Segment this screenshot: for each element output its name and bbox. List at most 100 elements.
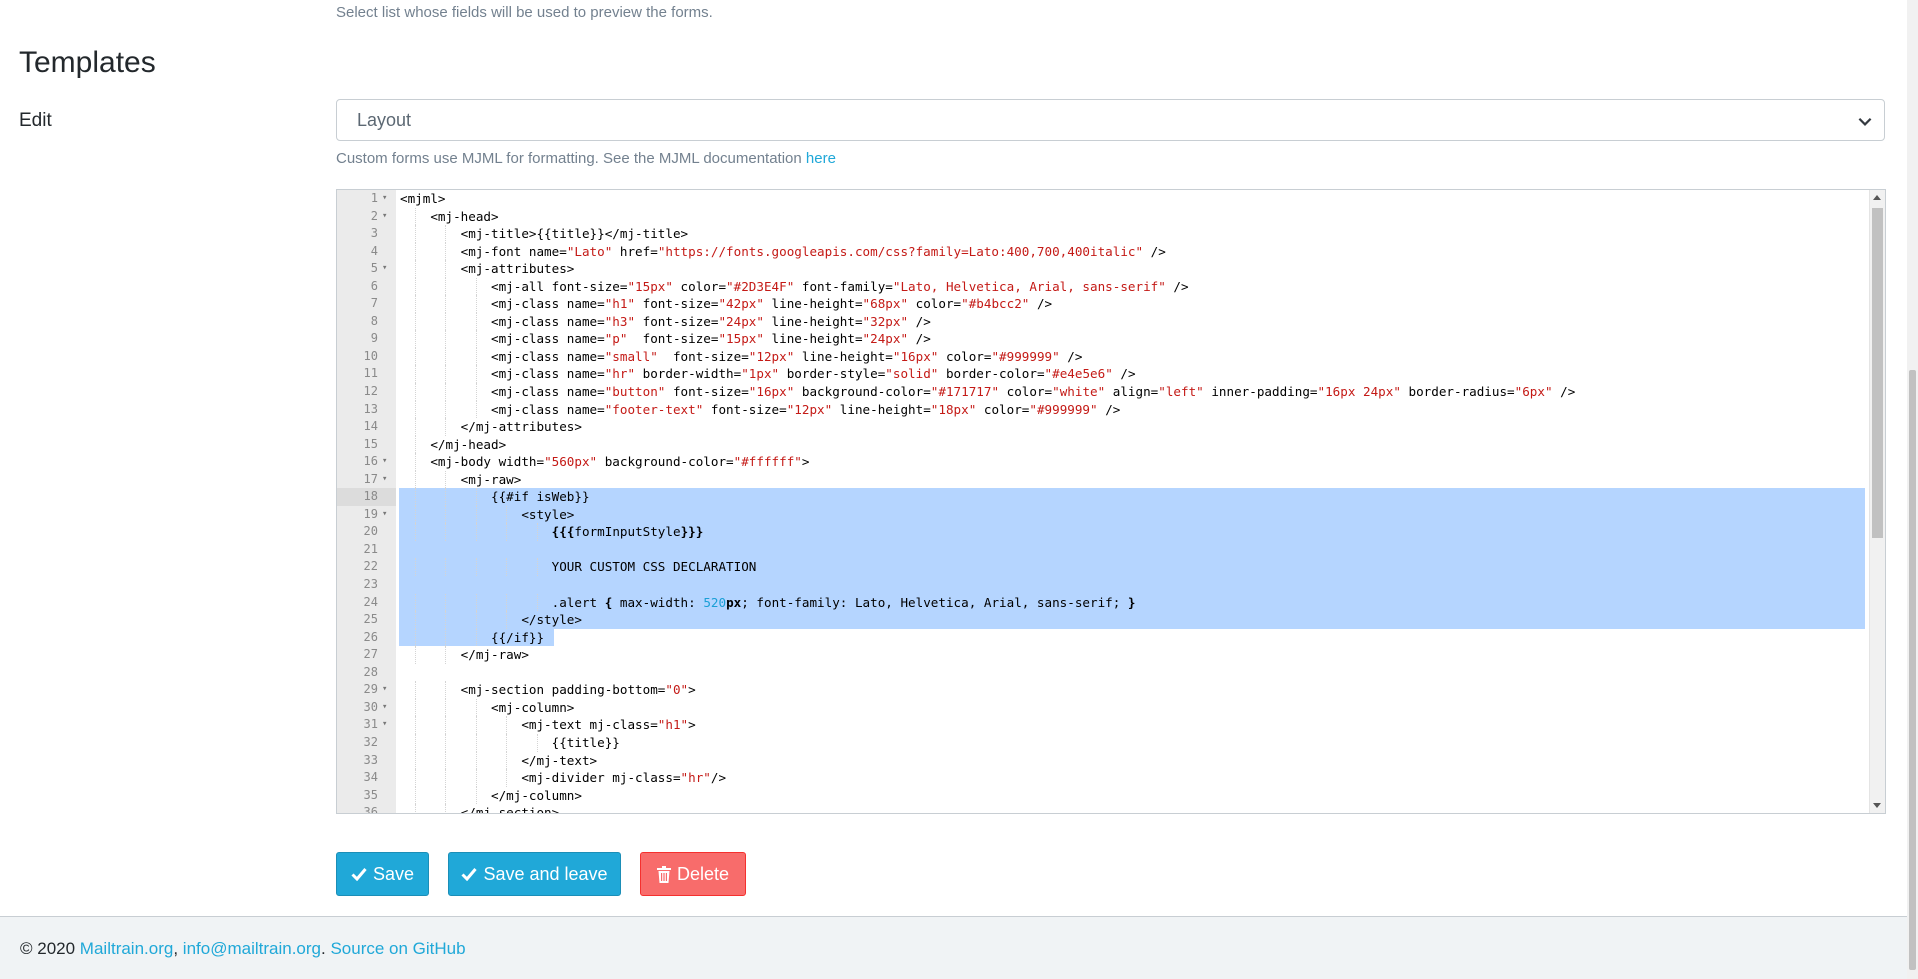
code-line[interactable]: 15 </mj-head> (337, 435, 1869, 454)
code-line[interactable]: 29 ▾ <mj-section padding-bottom="0"> (337, 681, 1869, 699)
code-line[interactable]: 14 </mj-attributes> (337, 418, 1869, 436)
line-number: 13 (363, 401, 378, 416)
footer-copyright: © 2020 (20, 939, 80, 958)
code-text: <mj-class name="h1" font-size="42px" lin… (400, 296, 1053, 312)
code-line[interactable]: 23 (337, 576, 1869, 594)
code-text: {{{formInputStyle}}} (551, 524, 704, 540)
code-line[interactable]: 1 ▾ <mjml> (337, 190, 1869, 208)
code-line[interactable]: 17 ▾ <mj-raw> (337, 470, 1869, 489)
mjml-help-text: Custom forms use MJML for formatting. Se… (336, 150, 836, 167)
code-text: <mj-class name="p" font-size="15px" line… (400, 331, 931, 347)
code-line[interactable]: 7 <mj-class name="h1" font-size="42px" l… (337, 295, 1869, 313)
code-text: <style> (400, 506, 575, 522)
code-line[interactable]: 11 <mj-class name="hr" border-width="1px… (337, 365, 1869, 384)
code-line[interactable]: 5 ▾ <mj-attributes> (337, 260, 1869, 278)
footer-site-link[interactable]: Mailtrain.org (80, 939, 174, 958)
line-number: 32 (363, 734, 378, 749)
code-line[interactable]: 36 </mj-section> (337, 804, 1869, 814)
code-line[interactable]: 28 (337, 664, 1869, 682)
code-line[interactable]: 21 (337, 540, 1869, 559)
footer-email-link[interactable]: info@mailtrain.org (183, 939, 321, 958)
template-select[interactable]: Layout (336, 99, 1885, 141)
code-text: <mj-column> (400, 699, 575, 715)
code-line[interactable]: 26 {{/if}} (337, 628, 1869, 647)
line-number: 6 (370, 278, 378, 293)
delete-button[interactable]: Delete (640, 852, 746, 896)
code-line[interactable]: 16 ▾ <mj-body width="560px" background-co… (337, 453, 1869, 471)
code-text: <mj-class name="footer-text" font-size="… (400, 401, 1121, 417)
line-number: 16 (363, 454, 378, 469)
fold-arrow-icon[interactable]: ▾ (382, 681, 387, 699)
code-line[interactable]: 32 {{title}} (337, 733, 1869, 752)
code-line[interactable]: 19 ▾ <style> (337, 505, 1869, 524)
code-text: </mj-attributes> (400, 419, 582, 435)
editor-scrollbar[interactable] (1869, 190, 1885, 813)
save-and-leave-button[interactable]: Save and leave (448, 852, 621, 896)
code-line[interactable]: 3 <mj-title>{{title}}</mj-title> (337, 225, 1869, 243)
code-line[interactable]: 13 <mj-class name="footer-text" font-siz… (337, 400, 1869, 419)
code-line[interactable]: 30 ▾ <mj-column> (337, 698, 1869, 717)
code-line[interactable]: 2 ▾ <mj-head> (337, 207, 1869, 226)
code-line[interactable]: 22 YOUR CUSTOM CSS DECLARATION (337, 558, 1869, 577)
code-text: YOUR CUSTOM CSS DECLARATION (400, 559, 757, 575)
footer-sep: , (173, 939, 183, 958)
fold-arrow-icon[interactable]: ▾ (382, 453, 387, 471)
code-line[interactable]: 18 {{#if isWeb}} (337, 488, 1869, 506)
code-line[interactable]: 31 ▾ <mj-text mj-class="h1"> (337, 716, 1869, 734)
check-icon (461, 868, 478, 881)
editor-lines: 1 ▾ <mjml> 2 ▾ <mj-head> 3 <mj-title>{{title}… (337, 190, 1869, 814)
code-line[interactable]: 4 <mj-font name="Lato" href="https://fon… (337, 242, 1869, 261)
code-line[interactable]: 12 <mj-class name="button" font-size="16… (337, 383, 1869, 401)
fold-arrow-icon[interactable]: ▾ (382, 471, 387, 489)
code-text: .alert { max-width: 520px; font-family: … (400, 594, 1136, 610)
fold-arrow-icon[interactable]: ▾ (382, 190, 387, 208)
code-text: <mj-class name="h3" font-size="24px" lin… (400, 313, 931, 329)
code-line[interactable]: 8 <mj-class name="h3" font-size="24px" l… (337, 312, 1869, 331)
code-line[interactable]: 27 </mj-raw> (337, 646, 1869, 664)
mjml-docs-link[interactable]: here (806, 150, 836, 167)
code-text: <mj-section padding-bottom="0"> (400, 682, 696, 698)
code-line[interactable]: 10 <mj-class name="small" font-size="12p… (337, 347, 1869, 366)
save-button-label: Save (372, 863, 415, 884)
line-number: 9 (370, 331, 378, 346)
line-number: 14 (363, 419, 378, 434)
code-text: <mj-class name="hr" border-width="1px" b… (400, 366, 1136, 382)
code-text: </mj-raw> (400, 647, 529, 663)
code-line[interactable]: 6 <mj-all font-size="15px" color="#2D3E4… (337, 277, 1869, 296)
footer-github-link[interactable]: Source on GitHub (330, 939, 465, 958)
trash-icon (656, 865, 671, 883)
fold-arrow-icon[interactable]: ▾ (382, 699, 387, 717)
line-number: 26 (363, 629, 378, 644)
fold-arrow-icon[interactable]: ▾ (382, 260, 387, 278)
code-line[interactable]: 9 <mj-class name="p" font-size="15px" li… (337, 330, 1869, 348)
code-text: </mj-section> (400, 805, 560, 814)
code-text: </mj-text> (400, 752, 598, 768)
fold-arrow-icon[interactable]: ▾ (382, 716, 387, 734)
code-line[interactable]: 35 </mj-column> (337, 786, 1869, 805)
scroll-down-icon[interactable] (1873, 803, 1881, 808)
fold-arrow-icon[interactable]: ▾ (382, 208, 387, 226)
editor-scroll-thumb[interactable] (1872, 208, 1883, 538)
code-text: <mj-text mj-class="h1"> (400, 717, 696, 733)
code-text: <mj-title>{{title}}</mj-title> (400, 226, 689, 242)
line-number: 34 (363, 770, 378, 785)
edit-label: Edit (19, 110, 52, 131)
code-line[interactable]: 24 .alert { max-width: 520px; font-famil… (337, 593, 1869, 612)
code-editor[interactable]: 1 ▾ <mjml> 2 ▾ <mj-head> 3 <mj-title>{{title}… (336, 189, 1886, 814)
code-text: <mj-font name="Lato" href="https://fonts… (400, 243, 1166, 259)
code-line[interactable]: 33 </mj-text> (337, 751, 1869, 770)
page-scrollbar[interactable] (1907, 0, 1918, 979)
line-number: 19 (363, 506, 378, 521)
line-number: 11 (363, 366, 378, 381)
code-line[interactable]: 25 </style> (337, 611, 1869, 629)
code-line[interactable]: 34 <mj-divider mj-class="hr"/> (337, 769, 1869, 787)
page-scroll-thumb[interactable] (1909, 370, 1916, 970)
code-text: <mjml> (400, 191, 446, 206)
code-line[interactable]: 20 {{{formInputStyle}}} (337, 523, 1869, 541)
line-number: 21 (363, 541, 378, 556)
line-number: 30 (363, 699, 378, 714)
save-button[interactable]: Save (336, 852, 429, 896)
scroll-up-icon[interactable] (1873, 195, 1881, 200)
line-number: 29 (363, 682, 378, 697)
fold-arrow-icon[interactable]: ▾ (382, 506, 387, 524)
